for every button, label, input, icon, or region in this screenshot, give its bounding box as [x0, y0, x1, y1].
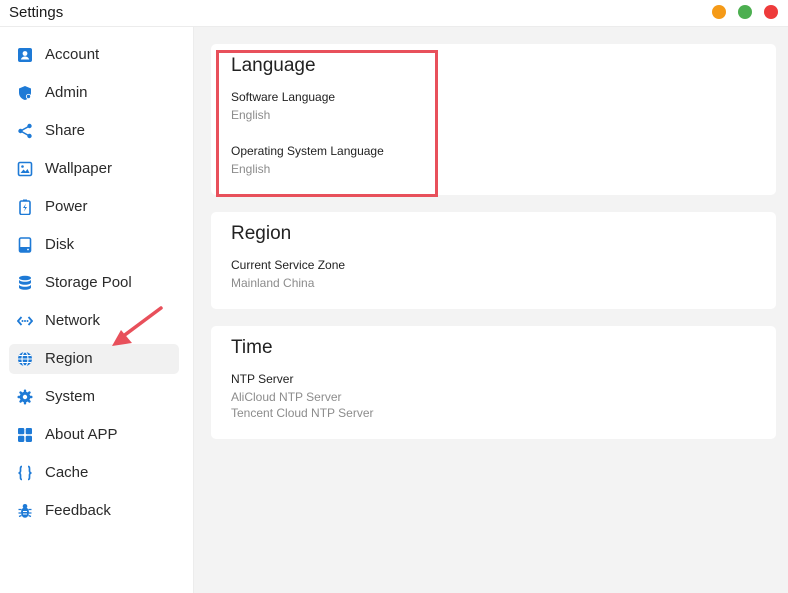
title-bar: Settings [0, 0, 788, 27]
bug-icon [17, 503, 33, 519]
sidebar-item-label: System [45, 388, 96, 405]
sidebar-item-label: Region [45, 350, 93, 367]
sidebar-item-label: Admin [45, 84, 88, 101]
sidebar-item-label: Network [45, 312, 101, 329]
sidebar-item-label: Share [45, 122, 86, 139]
network-icon [17, 313, 33, 329]
maximize-button[interactable] [738, 5, 752, 19]
wallpaper-icon [17, 161, 33, 177]
sidebar-item-label: Power [45, 198, 88, 215]
shield-icon [17, 85, 33, 101]
region-card: Region Current Service Zone Mainland Chi… [211, 212, 776, 309]
sidebar-item-feedback[interactable]: Feedback [9, 496, 179, 526]
sidebar-item-share[interactable]: Share [9, 116, 179, 146]
sidebar-item-storage-pool[interactable]: Storage Pool [9, 268, 179, 298]
minimize-button[interactable] [712, 5, 726, 19]
sidebar-item-about-app[interactable]: About APP [9, 420, 179, 450]
region-title: Region [231, 223, 292, 244]
service-zone-label: Current Service Zone [231, 258, 346, 272]
sidebar: Account Admin Share Wallpaper Power Disk [0, 27, 194, 593]
sidebar-item-power[interactable]: Power [9, 192, 179, 222]
time-card: Time NTP Server AliCloud NTP Server Tenc… [211, 326, 776, 439]
disk-icon [17, 237, 33, 253]
sidebar-item-label: Cache [45, 464, 89, 481]
time-title: Time [231, 337, 273, 358]
sidebar-item-admin[interactable]: Admin [9, 78, 179, 108]
apps-icon [17, 427, 33, 443]
service-zone-value[interactable]: Mainland China [231, 276, 314, 290]
close-button[interactable] [764, 5, 778, 19]
battery-icon [17, 199, 33, 215]
sidebar-item-label: About APP [45, 426, 118, 443]
sidebar-item-cache[interactable]: Cache [9, 458, 179, 488]
share-icon [17, 123, 33, 139]
sidebar-item-wallpaper[interactable]: Wallpaper [9, 154, 179, 184]
sidebar-item-label: Account [45, 46, 100, 63]
sidebar-item-system[interactable]: System [9, 382, 179, 412]
globe-icon [17, 351, 33, 367]
sidebar-item-disk[interactable]: Disk [9, 230, 179, 260]
ntp-server-option[interactable]: Tencent Cloud NTP Server [231, 406, 374, 420]
sidebar-item-label: Wallpaper [45, 160, 112, 177]
ntp-server-option[interactable]: AliCloud NTP Server [231, 390, 341, 404]
highlight-box [216, 50, 438, 197]
sidebar-item-label: Disk [45, 236, 75, 253]
window-title: Settings [9, 4, 64, 21]
database-icon [17, 275, 33, 291]
sidebar-item-label: Feedback [45, 502, 111, 519]
account-icon [17, 47, 33, 63]
gear-icon [17, 389, 33, 405]
sidebar-item-account[interactable]: Account [9, 40, 179, 70]
annotation-arrow [112, 306, 163, 346]
ntp-server-label: NTP Server [231, 372, 294, 386]
sidebar-item-label: Storage Pool [45, 274, 132, 291]
braces-icon [17, 465, 33, 481]
